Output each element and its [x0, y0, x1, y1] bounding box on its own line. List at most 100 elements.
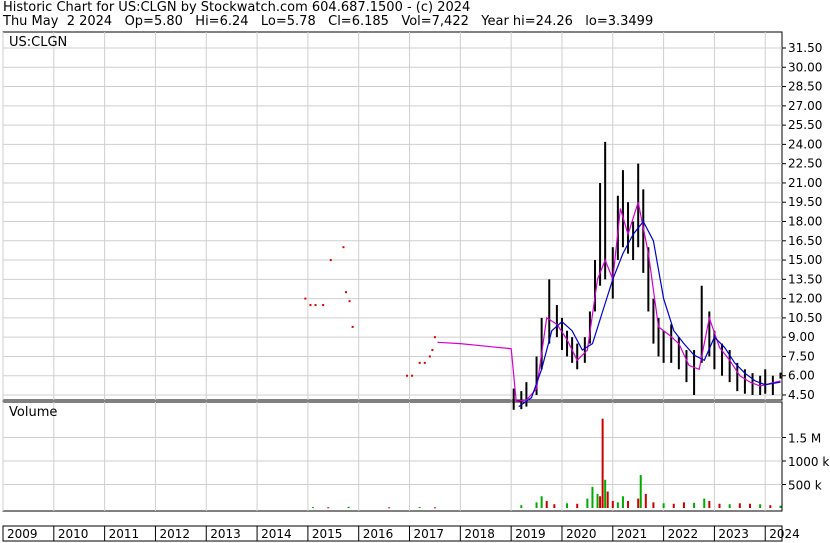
price-dot: [309, 304, 312, 307]
volume-bar: [553, 504, 556, 508]
year-label: 2016: [363, 527, 394, 541]
year-label: 2017: [414, 527, 445, 541]
volume-bar: [718, 503, 721, 508]
year-label: 2010: [58, 527, 89, 541]
year-label: 2024: [769, 527, 800, 541]
volume-bar: [639, 475, 642, 508]
volume-bar: [418, 507, 421, 509]
price-tick-label: 25.50: [788, 118, 822, 132]
volume-bar: [601, 418, 604, 508]
price-dot: [351, 325, 354, 328]
price-dot: [345, 291, 348, 294]
volume-bar: [703, 498, 706, 508]
price-dot: [329, 259, 332, 262]
price-dot: [342, 246, 345, 249]
volume-bar: [586, 498, 589, 508]
year-label: 2023: [718, 527, 749, 541]
volume-bar: [682, 502, 685, 508]
volume-bar: [433, 507, 436, 509]
volume-bar: [662, 503, 665, 508]
price-tick-label: 22.50: [788, 157, 822, 171]
volume-bar: [311, 507, 314, 509]
price-dot: [411, 374, 414, 377]
year-label: 2012: [159, 527, 190, 541]
year-label: 2020: [566, 527, 597, 541]
price-tick-label: 10.50: [788, 311, 822, 325]
year-label: 2019: [515, 527, 546, 541]
price-dot: [428, 355, 431, 358]
price-tick-label: 13.50: [788, 272, 822, 286]
volume-bar: [652, 502, 655, 508]
price-tick-label: 28.50: [788, 80, 822, 94]
price-dot: [431, 349, 434, 352]
volume-bar: [759, 504, 762, 508]
price-tick-label: 24.00: [788, 137, 822, 151]
price-tick-label: 15.00: [788, 253, 822, 267]
volume-bar: [591, 486, 594, 508]
volume-bar: [637, 498, 640, 508]
volume-bar: [545, 500, 548, 508]
year-label: 2015: [312, 527, 343, 541]
volume-bar: [644, 493, 647, 508]
volume-bar: [604, 479, 607, 508]
price-dot: [314, 304, 317, 307]
price-tick-label: 9.00: [788, 330, 815, 344]
price-tick-label: 21.00: [788, 176, 822, 190]
volume-bar: [779, 505, 782, 508]
volume-bar: [769, 505, 772, 508]
volume-bar: [327, 507, 330, 509]
price-tick-label: 7.50: [788, 349, 815, 363]
stock-chart: 31.50 30.00 28.50 27.00 25.50 24.00 22.50 21.00…: [2, 31, 829, 542]
volume-bar: [738, 503, 741, 508]
volume-bar: [672, 503, 675, 508]
price-dot: [348, 300, 351, 303]
price-tick-label: 31.50: [788, 41, 822, 55]
year-label: 2014: [261, 527, 292, 541]
volume-bar: [540, 496, 543, 508]
price-tick-label: 27.00: [788, 99, 822, 113]
year-label: 2009: [7, 527, 38, 541]
volume-bar: [606, 491, 609, 508]
volume-bar: [596, 493, 599, 508]
volume-tick-label: 500 k: [788, 479, 822, 493]
price-dot: [304, 297, 307, 300]
volume-bar: [748, 503, 751, 508]
volume-bar: [627, 500, 630, 508]
volume-bar: [611, 500, 614, 508]
price-tick-label: 6.00: [788, 369, 815, 383]
volume-bar: [566, 503, 569, 508]
year-label: 2011: [109, 527, 140, 541]
volume-bar: [621, 496, 624, 508]
price-tick-label: 16.50: [788, 234, 822, 248]
volume-bar: [708, 500, 711, 508]
year-label: 2022: [668, 527, 699, 541]
price-tick-label: 12.00: [788, 292, 822, 306]
price-dot: [322, 304, 325, 307]
volume-bar: [520, 505, 523, 508]
volume-tick-label: 1.5 M: [788, 432, 821, 446]
year-label: 2021: [617, 527, 648, 541]
volume-panel: [2, 401, 783, 512]
volume-bar: [535, 502, 538, 508]
chart-title: US:CLGN: [9, 35, 67, 50]
price-dot: [405, 374, 408, 377]
price-panel: [2, 31, 783, 401]
volume-bar: [388, 507, 391, 509]
volume-bar: [599, 496, 602, 508]
price-tick-label: 18.00: [788, 215, 822, 229]
price-dot: [418, 361, 421, 364]
year-label: 2018: [464, 527, 495, 541]
price-tick-label: 4.50: [788, 388, 815, 402]
volume-bar: [347, 506, 350, 508]
volume-bar: [616, 502, 619, 508]
volume-bar: [728, 504, 731, 508]
price-tick-label: 30.00: [788, 60, 822, 74]
price-dot: [433, 336, 436, 339]
volume-bar: [693, 502, 696, 508]
volume-tick-label: 1000 k: [788, 455, 829, 469]
volume-title: Volume: [9, 405, 57, 420]
volume-bar: [576, 503, 579, 508]
price-tick-label: 19.50: [788, 195, 822, 209]
price-dot: [423, 361, 426, 364]
year-label: 2013: [210, 527, 241, 541]
